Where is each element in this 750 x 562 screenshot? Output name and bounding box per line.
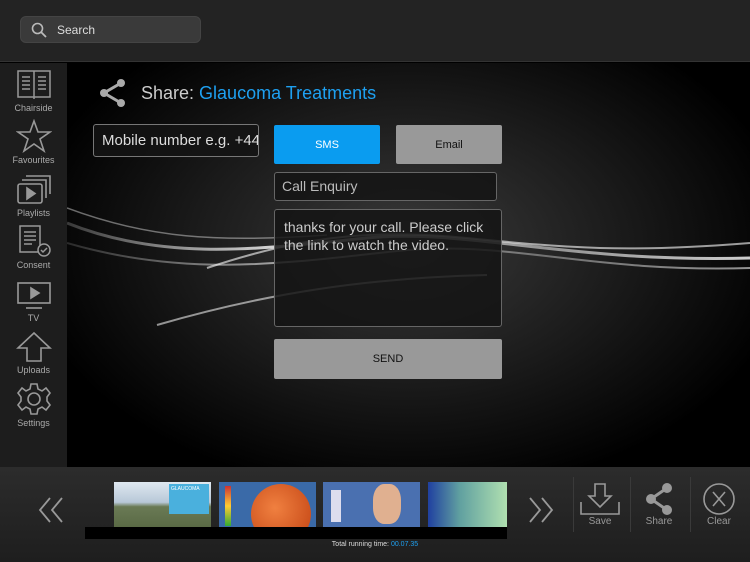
save-label: Save xyxy=(588,516,612,527)
email-button[interactable]: Email xyxy=(396,125,502,164)
clear-button[interactable]: Clear xyxy=(690,482,748,527)
share-button[interactable]: Share xyxy=(630,482,688,527)
double-chevron-left-icon xyxy=(38,497,63,523)
playlist-thumbnail[interactable] xyxy=(219,482,316,527)
download-icon xyxy=(580,483,620,515)
gear-icon xyxy=(16,382,51,415)
consent-icon xyxy=(18,225,51,257)
subject-input[interactable]: Call Enquiry xyxy=(274,172,497,201)
sidebar-item-chairside[interactable]: Chairside xyxy=(0,63,67,116)
playlist-thumbnail[interactable]: GLAUCOMA xyxy=(114,482,211,527)
share-label: Share xyxy=(645,516,673,527)
share-panel: Share: Glaucoma Treatments Mobile number… xyxy=(67,63,750,467)
sidebar-label: Settings xyxy=(17,417,50,428)
upload-icon xyxy=(15,331,52,362)
double-chevron-right-icon xyxy=(529,497,554,523)
mobile-number-input[interactable]: Mobile number e.g. +44 xyxy=(93,124,259,157)
playlist-bar: GLAUCOMA Save Share Clear Total running … xyxy=(0,467,750,562)
sidebar-item-uploads[interactable]: Uploads xyxy=(0,326,67,379)
search-icon xyxy=(31,22,47,38)
top-bar: Search xyxy=(0,0,750,62)
playlist-thumbnail[interactable] xyxy=(428,482,507,527)
share-icon xyxy=(100,79,125,107)
running-time: Total running time: 00.07.35 xyxy=(0,541,750,548)
tv-icon xyxy=(16,281,51,309)
sidebar-label: Consent xyxy=(16,260,51,270)
sidebar-item-playlists[interactable]: Playlists xyxy=(0,168,67,221)
sidebar-label: Playlists xyxy=(16,207,50,218)
sidebar: Chairside Favourites Playlists Consent T… xyxy=(0,63,67,467)
thumbnail-caption: GLAUCOMA xyxy=(169,484,209,514)
send-button[interactable]: SEND xyxy=(274,339,502,379)
title-prefix: Share: xyxy=(141,82,195,103)
sidebar-item-consent[interactable]: Consent xyxy=(0,221,67,274)
sidebar-label: Uploads xyxy=(16,365,51,375)
search-placeholder: Search xyxy=(57,22,96,37)
page-title: Share: Glaucoma Treatments xyxy=(99,78,376,108)
playlist-thumbnail[interactable] xyxy=(323,482,420,527)
runtime-value: 00.07.35 xyxy=(390,541,419,548)
close-circle-icon xyxy=(703,483,735,515)
sidebar-label: Chairside xyxy=(14,102,53,113)
thumbnail-progress-bar xyxy=(85,527,507,539)
scroll-left-button[interactable] xyxy=(38,494,64,533)
search-input[interactable]: Search xyxy=(20,16,201,43)
sidebar-item-tv[interactable]: TV xyxy=(0,273,67,326)
star-icon xyxy=(15,119,52,153)
scroll-right-button[interactable] xyxy=(528,494,554,533)
share-icon xyxy=(646,483,672,515)
sidebar-label: TV xyxy=(27,312,40,323)
message-textarea[interactable]: thanks for your call. Please click the l… xyxy=(274,209,502,327)
runtime-label: Total running time: xyxy=(331,541,389,548)
sidebar-item-settings[interactable]: Settings xyxy=(0,378,67,431)
sms-button[interactable]: SMS xyxy=(274,125,380,164)
sidebar-item-favourites[interactable]: Favourites xyxy=(0,116,67,169)
playlist-icon xyxy=(16,174,51,204)
book-icon xyxy=(16,69,51,99)
video-title: Glaucoma Treatments xyxy=(199,82,377,103)
sidebar-label: Favourites xyxy=(12,155,55,165)
save-button[interactable]: Save xyxy=(571,482,629,527)
clear-label: Clear xyxy=(707,516,731,527)
